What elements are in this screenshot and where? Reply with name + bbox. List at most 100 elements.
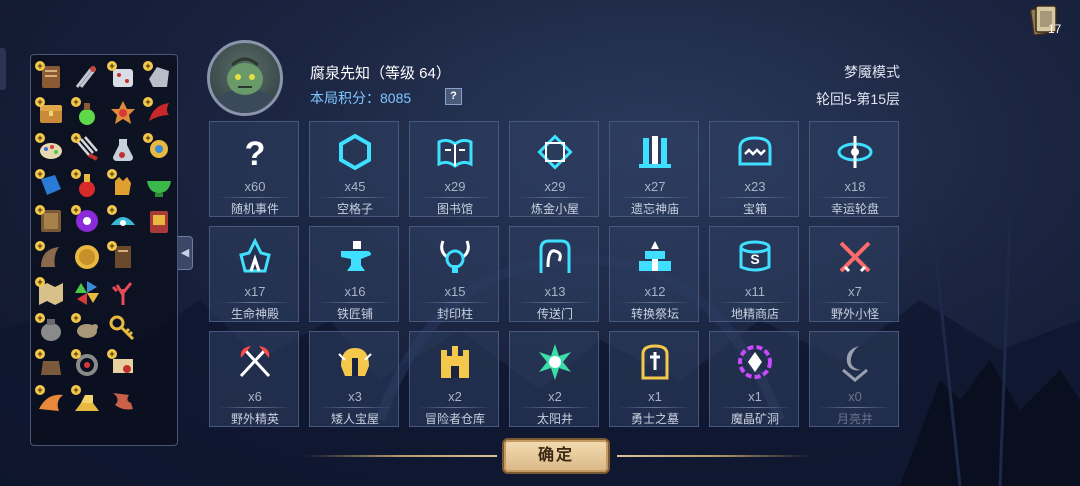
room-tile[interactable]: x13 传送门 [509, 226, 599, 322]
relic-pinwheel-icon[interactable] [71, 277, 103, 309]
relic-journal-icon[interactable]: + [107, 241, 139, 273]
relic-rat-icon[interactable]: + [71, 313, 103, 345]
help-icon[interactable]: ? [445, 88, 462, 105]
room-tile[interactable]: x2 太阳井 [509, 331, 599, 427]
room-tile[interactable]: x1 勇士之墓 [609, 331, 699, 427]
room-tile[interactable]: x0 月亮井 [809, 331, 899, 427]
room-tile[interactable]: x29 炼金小屋 [509, 121, 599, 217]
relic-blue-cloth-icon[interactable]: + [35, 169, 67, 201]
room-tile[interactable]: x15 封印柱 [409, 226, 499, 322]
tile-divider [618, 197, 692, 198]
relic-gold-coin-icon[interactable] [71, 241, 103, 273]
difficulty-mode: 梦魇模式 [844, 64, 900, 80]
relic-flask-icon[interactable] [107, 133, 139, 165]
tile-divider [718, 197, 792, 198]
room-count: x29 [444, 179, 466, 194]
room-tile[interactable]: x18 幸运轮盘 [809, 121, 899, 217]
relic-sun-medal-icon[interactable] [107, 97, 139, 129]
room-name: 月亮井 [836, 412, 873, 426]
room-count: x2 [548, 389, 562, 404]
tile-divider [218, 407, 292, 408]
svg-text:S: S [750, 251, 759, 267]
room-count: x60 [244, 179, 266, 194]
relic-spellbook-icon[interactable] [143, 205, 175, 237]
relic-spiked-ring-icon[interactable]: + [71, 349, 103, 381]
relic-scroll-icon[interactable]: + [35, 61, 67, 93]
relic-scroll-seal-icon[interactable]: + [107, 349, 139, 381]
seal-icon [440, 240, 470, 273]
left-edge-tab[interactable] [0, 48, 6, 90]
crystal-icon [738, 345, 772, 379]
goblin-shop-icon: S [739, 240, 771, 272]
relic-bag-icon[interactable]: + [35, 313, 67, 345]
room-tile[interactable]: x29 图书馆 [409, 121, 499, 217]
tile-divider [318, 302, 392, 303]
relic-glove-icon[interactable]: + [107, 169, 139, 201]
room-name: 生命神殿 [230, 307, 279, 321]
room-count: x16 [344, 284, 366, 299]
temple-icon [639, 136, 671, 168]
relic-tongs-icon[interactable] [71, 61, 103, 93]
room-name: 随机事件 [230, 202, 279, 216]
tile-divider [518, 407, 592, 408]
relic-fox-tail-icon[interactable]: + [35, 385, 67, 417]
confirm-button[interactable]: 确定 [502, 438, 610, 474]
room-count: x11 [745, 284, 765, 299]
relic-red-potion-icon[interactable]: + [71, 169, 103, 201]
room-tile[interactable]: x17 生命神殿 [209, 226, 299, 322]
relic-pouch-icon[interactable]: + [35, 349, 67, 381]
svg-text:?: ? [245, 135, 266, 172]
relic-potion-icon[interactable]: + [71, 97, 103, 129]
relic-empty-slot-5 [143, 385, 175, 417]
hero-avatar[interactable] [207, 40, 283, 116]
tile-divider [818, 197, 892, 198]
relic-flower-icon[interactable]: + [143, 133, 175, 165]
tile-divider [818, 407, 892, 408]
room-tile[interactable]: x1 魔晶矿洞 [709, 331, 799, 427]
relic-dice-icon[interactable]: + [107, 61, 139, 93]
relic-green-bowl-icon[interactable] [143, 169, 175, 201]
relic-gold-bars-icon[interactable]: + [71, 385, 103, 417]
room-tile[interactable]: x16 铁匠铺 [309, 226, 399, 322]
relic-paint-icon[interactable]: + [35, 133, 67, 165]
room-name: 勇士之墓 [630, 412, 679, 426]
relic-map-icon[interactable]: + [35, 277, 67, 309]
room-name: 图书馆 [436, 202, 473, 216]
room-tile[interactable]: Sx11 地精商店 [709, 226, 799, 322]
tomb-icon [641, 344, 669, 380]
room-tile[interactable]: x7 野外小怪 [809, 226, 899, 322]
tile-divider [518, 197, 592, 198]
relic-horn-icon[interactable]: + [35, 241, 67, 273]
room-name: 矮人宝屋 [330, 412, 379, 426]
confirm-decor-right [617, 455, 811, 457]
room-name: 魔晶矿洞 [730, 412, 779, 426]
room-tile[interactable]: x23 宝箱 [709, 121, 799, 217]
hexagon-icon [339, 133, 371, 171]
room-count: x2 [448, 389, 462, 404]
room-tile[interactable]: x6 野外精英 [209, 331, 299, 427]
relic-stone-icon[interactable]: + [143, 61, 175, 93]
relic-chest-icon[interactable]: + [35, 97, 67, 129]
player-name: 腐泉先知（等级 64） [310, 65, 451, 82]
relic-key-icon[interactable] [107, 313, 139, 345]
room-name: 幸运轮盘 [830, 202, 879, 216]
room-tile[interactable]: x2 冒险者仓库 [409, 331, 499, 427]
room-tile[interactable]: x27 遗忘神庙 [609, 121, 699, 217]
room-name: 空格子 [336, 202, 373, 216]
relic-empty-slot-2 [143, 277, 175, 309]
room-tile[interactable]: ? x60 随机事件 [209, 121, 299, 217]
confirm-decor-left [303, 455, 497, 457]
collapse-inventory-button[interactable]: ◀ [178, 236, 193, 270]
relic-coral-icon[interactable] [107, 277, 139, 309]
relic-tome-icon[interactable]: + [35, 205, 67, 237]
room-tile[interactable]: x12 转换祭坛 [609, 226, 699, 322]
room-tile[interactable]: x45 空格子 [309, 121, 399, 217]
relic-shell-icon[interactable]: + [107, 205, 139, 237]
portal-icon [539, 239, 571, 273]
room-tile[interactable]: x3 矮人宝屋 [309, 331, 399, 427]
relic-purple-eye-icon[interactable]: + [71, 205, 103, 237]
tile-divider [418, 302, 492, 303]
relic-red-wing-icon[interactable]: + [143, 97, 175, 129]
relic-claw-icon[interactable]: + [71, 133, 103, 165]
relic-bacon-icon[interactable] [107, 385, 139, 417]
